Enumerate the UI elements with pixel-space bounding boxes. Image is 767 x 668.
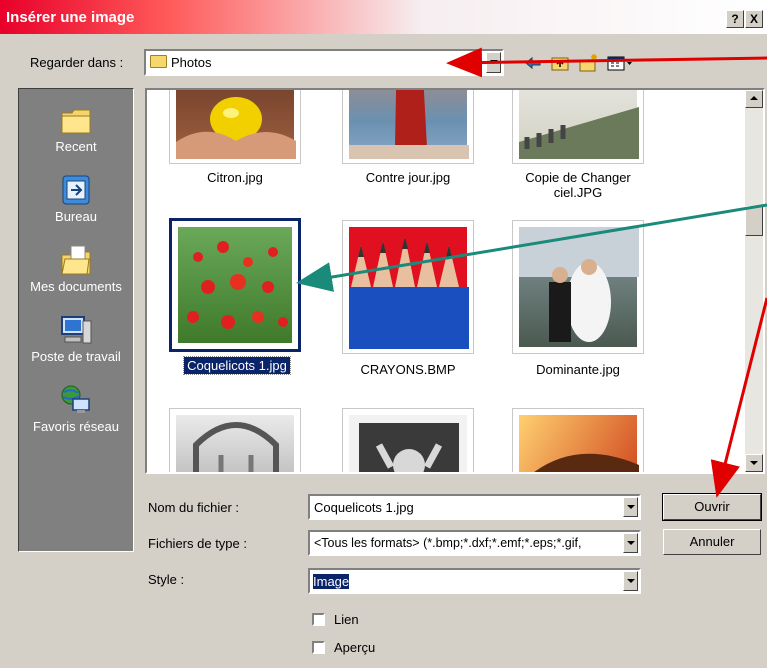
dialog-title: Insérer une image — [6, 9, 135, 26]
views-menu-icon[interactable] — [606, 52, 632, 74]
cancel-button[interactable]: Annuler — [663, 529, 761, 555]
place-favoris-reseau[interactable]: Favoris réseau — [19, 383, 133, 434]
file-thumbnail[interactable] — [342, 408, 474, 472]
desktop-icon — [59, 173, 93, 207]
file-label[interactable]: CRAYONS.BMP — [333, 362, 483, 377]
file-thumbnail[interactable] — [169, 90, 301, 164]
style-dropdown[interactable]: Image — [308, 568, 641, 594]
new-folder-icon[interactable] — [578, 52, 600, 74]
recent-folder-icon — [59, 103, 93, 137]
file-label[interactable]: Citron.jpg — [160, 170, 310, 185]
lookin-label: Regarder dans : — [30, 55, 124, 70]
places-bar: Recent Bureau Mes documents Poste de tra… — [18, 88, 134, 552]
close-button[interactable]: X — [745, 10, 763, 28]
style-value: Image — [313, 574, 350, 589]
lookin-value: Photos — [171, 55, 212, 70]
file-thumbnail[interactable] — [512, 90, 644, 164]
preview-label: Aperçu — [334, 640, 376, 655]
file-thumbnail[interactable] — [342, 90, 474, 164]
filetype-label: Fichiers de type : — [148, 536, 247, 551]
filename-field[interactable]: Coquelicots 1.jpg — [308, 494, 641, 520]
scroll-thumb[interactable] — [745, 206, 763, 236]
scroll-down-arrow-icon[interactable] — [745, 454, 763, 472]
help-button[interactable]: ? — [726, 10, 744, 28]
link-checkbox[interactable] — [312, 613, 325, 626]
chevron-down-icon[interactable] — [623, 571, 638, 591]
scroll-up-arrow-icon[interactable] — [745, 90, 763, 108]
folder-icon — [150, 55, 167, 68]
place-poste-de-travail[interactable]: Poste de travail — [19, 313, 133, 364]
chevron-down-icon[interactable] — [623, 533, 638, 553]
file-label[interactable]: Dominante.jpg — [503, 362, 653, 377]
title-bar: Insérer une image ? X — [0, 0, 767, 34]
place-recent[interactable]: Recent — [19, 103, 133, 154]
vertical-scrollbar[interactable] — [745, 90, 763, 472]
file-label[interactable]: Copie de Changer ciel.JPG — [503, 170, 653, 200]
file-list[interactable]: Citron.jpg Contre jour.jpg Copie de Chan… — [145, 88, 765, 474]
chevron-down-icon[interactable] — [486, 52, 501, 73]
open-button[interactable]: Ouvrir — [662, 493, 762, 521]
file-thumbnail[interactable] — [512, 408, 644, 472]
my-computer-icon — [59, 313, 93, 347]
network-places-icon — [59, 383, 93, 417]
file-label-selected[interactable]: Coquelicots 1.jpg — [162, 356, 312, 375]
file-thumbnail-selected[interactable] — [169, 218, 301, 352]
file-thumbnail[interactable] — [512, 220, 644, 354]
file-thumbnail[interactable] — [342, 220, 474, 354]
place-bureau[interactable]: Bureau — [19, 173, 133, 224]
file-label[interactable]: Contre jour.jpg — [333, 170, 483, 185]
file-thumbnail[interactable] — [169, 408, 301, 472]
back-arrow-icon[interactable] — [522, 52, 544, 74]
filetype-dropdown[interactable]: <Tous les formats> (*.bmp;*.dxf;*.emf;*.… — [308, 530, 641, 556]
my-documents-icon — [59, 243, 93, 277]
folder-up-icon[interactable] — [550, 52, 572, 74]
filename-label: Nom du fichier : — [148, 500, 240, 515]
style-label: Style : — [148, 572, 185, 587]
lookin-dropdown[interactable]: Photos — [144, 49, 504, 76]
place-mes-documents[interactable]: Mes documents — [19, 243, 133, 294]
preview-checkbox[interactable] — [312, 641, 325, 654]
chevron-down-icon[interactable] — [623, 497, 638, 517]
link-label: Lien — [334, 612, 359, 627]
